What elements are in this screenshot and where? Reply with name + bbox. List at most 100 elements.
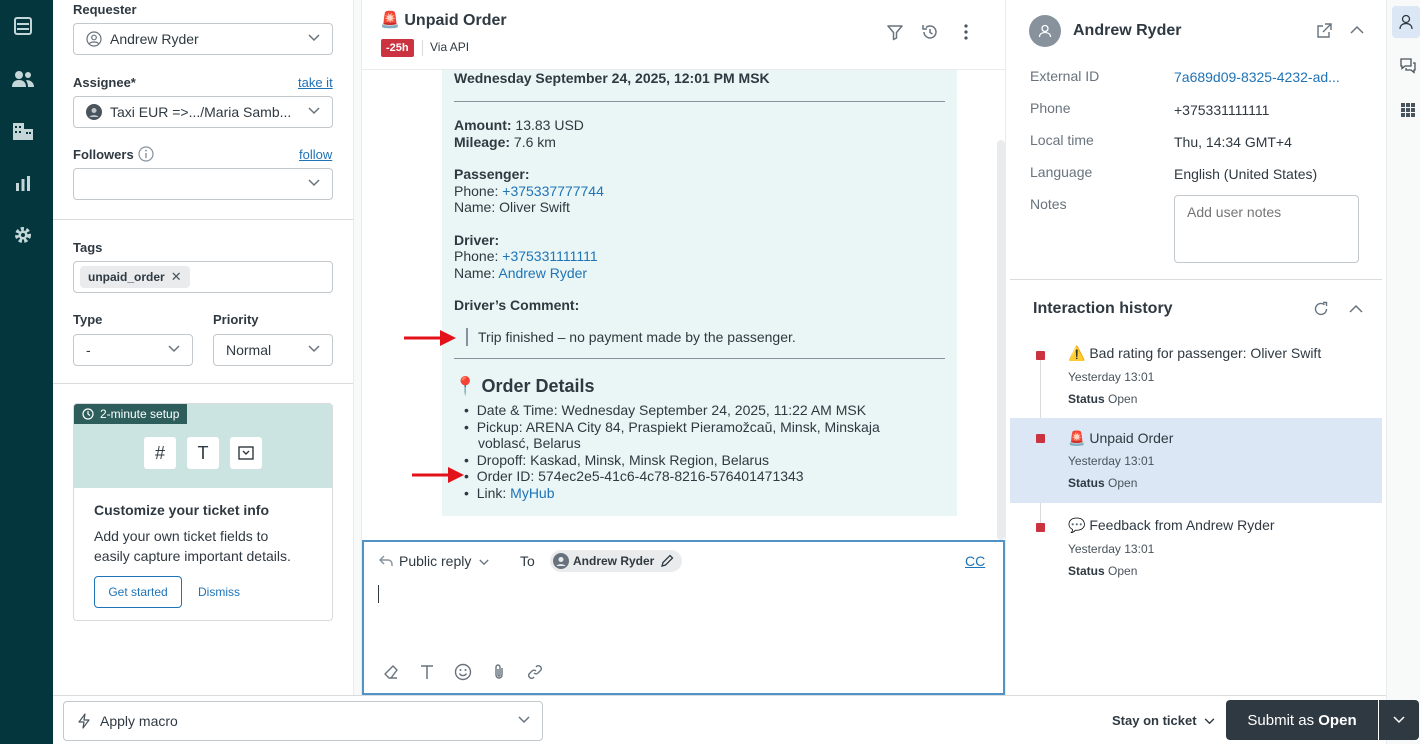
detail-order-id: • Order ID: 574ec2e5-41c6-4c78-8216-5764… — [464, 468, 804, 484]
passenger-name-line: Name: Oliver Swift — [454, 199, 570, 215]
history-icon[interactable] — [920, 22, 940, 42]
user-notes-textarea[interactable] — [1174, 195, 1359, 263]
get-started-button[interactable]: Get started — [94, 576, 182, 608]
message-date: Wednesday September 24, 2025, 12:01 PM M… — [454, 70, 770, 86]
setup-desc-line2: easily capture important details. — [94, 548, 291, 564]
open-external-icon[interactable] — [1316, 23, 1332, 39]
driver-phone-link[interactable]: +375331111111 — [502, 248, 597, 264]
assignee-value: Taxi EUR =>.../Maria Samb... — [110, 104, 292, 120]
collapse-chevron-icon[interactable] — [1350, 25, 1364, 35]
history-item[interactable]: 💬 Feedback from Andrew Ryder Yesterday 1… — [1010, 511, 1382, 597]
remove-tag-icon[interactable]: ✕ — [171, 269, 182, 285]
external-id-value[interactable]: 7a689d09-8325-4232-ad... — [1174, 69, 1340, 85]
comment-label: Driver’s Comment: — [454, 297, 580, 313]
siren-icon: 🚨 — [380, 12, 400, 29]
refresh-icon[interactable] — [1313, 301, 1329, 317]
assignee-select[interactable]: Taxi EUR =>.../Maria Samb... — [73, 96, 333, 128]
history-item-time: Yesterday 13:01 — [1068, 542, 1155, 556]
user-context-panel: Andrew Ryder External ID 7a689d09-8325-4… — [1005, 0, 1386, 695]
apply-macro-select[interactable]: Apply macro — [63, 701, 543, 741]
setup-desc-line1: Add your own ticket fields to — [94, 528, 269, 544]
detail-pickup: • Pickup: ARENA City 84, Praspiekt Piera… — [464, 419, 880, 435]
user-tab-icon[interactable] — [1392, 6, 1420, 38]
ticket-footer: Apply macro Stay on ticket Submit as Ope… — [53, 695, 1419, 744]
info-icon[interactable] — [138, 146, 154, 162]
text-cursor — [378, 585, 379, 603]
history-item-title: 🚨 Unpaid Order — [1068, 430, 1174, 446]
history-item-time: Yesterday 13:01 — [1068, 454, 1155, 468]
divider — [1010, 279, 1382, 280]
attachment-icon[interactable] — [490, 663, 508, 681]
reply-mode-label: Public reply — [399, 553, 472, 569]
chevron-down-icon — [1393, 716, 1405, 724]
reply-composer[interactable]: Public reply To Andrew Ryder CC — [362, 540, 1005, 695]
conversation-pane: Wednesday September 24, 2025, 12:01 PM M… — [362, 0, 1005, 695]
cc-link[interactable]: CC — [965, 553, 985, 569]
divider — [53, 383, 353, 384]
text-format-icon[interactable] — [418, 663, 436, 681]
apps-grid-icon[interactable] — [1400, 102, 1416, 118]
setup-description: Add your own ticket fields to easily cap… — [94, 526, 291, 566]
stay-on-ticket-select[interactable]: Stay on ticket — [1112, 713, 1215, 728]
views-icon[interactable] — [12, 15, 34, 37]
setup-badge: 2-minute setup — [74, 404, 188, 424]
reply-mode-select[interactable]: Public reply — [399, 553, 489, 569]
admin-gear-icon[interactable] — [12, 224, 34, 246]
submit-options-button[interactable] — [1379, 700, 1419, 740]
take-it-link[interactable]: take it — [298, 75, 333, 90]
emoji-icon[interactable] — [454, 663, 472, 681]
history-item[interactable]: ⚠️ Bad rating for passenger: Oliver Swif… — [1010, 339, 1382, 425]
collapse-chevron-icon[interactable] — [1349, 304, 1363, 314]
passenger-phone-line: Phone: +375337777744 — [454, 183, 604, 199]
agent-avatar-icon — [86, 104, 102, 120]
recipient-pill[interactable]: Andrew Ryder — [550, 550, 683, 572]
history-item-selected[interactable]: 🚨 Unpaid Order Yesterday 13:01 Status Op… — [1010, 418, 1382, 503]
detail-link: • Link: MyHub — [464, 485, 555, 501]
passenger-phone-link[interactable]: +375337777744 — [502, 183, 604, 199]
main-nav — [0, 0, 53, 744]
message-divider — [454, 358, 945, 359]
chevron-down-icon — [308, 179, 320, 187]
followers-label: Followers — [73, 147, 134, 162]
pencil-icon[interactable] — [660, 554, 674, 568]
filter-icon[interactable] — [885, 22, 905, 42]
properties-scrollbar[interactable] — [354, 0, 362, 695]
myhub-link[interactable]: MyHub — [510, 485, 554, 501]
followers-select[interactable] — [73, 168, 333, 200]
follow-link[interactable]: follow — [299, 147, 332, 162]
submit-prefix: Submit as — [1247, 711, 1315, 729]
context-rail — [1386, 0, 1420, 744]
conversations-icon[interactable] — [1399, 57, 1417, 75]
driver-name-link[interactable]: Andrew Ryder — [498, 265, 587, 281]
stay-on-ticket-label: Stay on ticket — [1112, 713, 1197, 728]
driver-label: Driver: — [454, 232, 500, 248]
requester-value: Andrew Ryder — [110, 31, 199, 47]
submit-button[interactable]: Submit as Open — [1226, 700, 1378, 740]
customers-icon[interactable] — [12, 68, 34, 90]
annotation-arrow-icon — [412, 467, 464, 483]
reporting-icon[interactable] — [12, 172, 34, 194]
status-dot — [1036, 523, 1045, 532]
local-time-label: Local time — [1030, 132, 1094, 148]
driver-comment: Trip finished – no payment made by the p… — [478, 329, 796, 345]
chevron-down-icon — [308, 107, 320, 115]
tags-input[interactable]: unpaid_order ✕ — [73, 261, 333, 293]
siren-icon: 🚨 — [1068, 430, 1086, 446]
link-icon[interactable] — [526, 663, 544, 681]
message-bubble: Wednesday September 24, 2025, 12:01 PM M… — [442, 70, 957, 516]
pin-icon: 📍 — [454, 376, 477, 396]
phone-label: Phone — [1030, 100, 1071, 116]
chevron-down-icon — [308, 34, 320, 42]
conversation-scrollbar[interactable] — [997, 140, 1005, 540]
more-options-icon[interactable] — [956, 22, 976, 42]
to-label: To — [520, 553, 535, 569]
dismiss-button[interactable]: Dismiss — [198, 585, 240, 599]
type-select[interactable]: - — [73, 334, 193, 366]
recipient-name: Andrew Ryder — [573, 554, 655, 568]
dropdown-field-icon — [230, 437, 262, 469]
apply-macro-label: Apply macro — [100, 713, 178, 729]
eraser-icon[interactable] — [382, 663, 400, 681]
requester-select[interactable]: Andrew Ryder — [73, 23, 333, 55]
organizations-icon[interactable] — [12, 120, 34, 142]
priority-select[interactable]: Normal — [213, 334, 333, 366]
